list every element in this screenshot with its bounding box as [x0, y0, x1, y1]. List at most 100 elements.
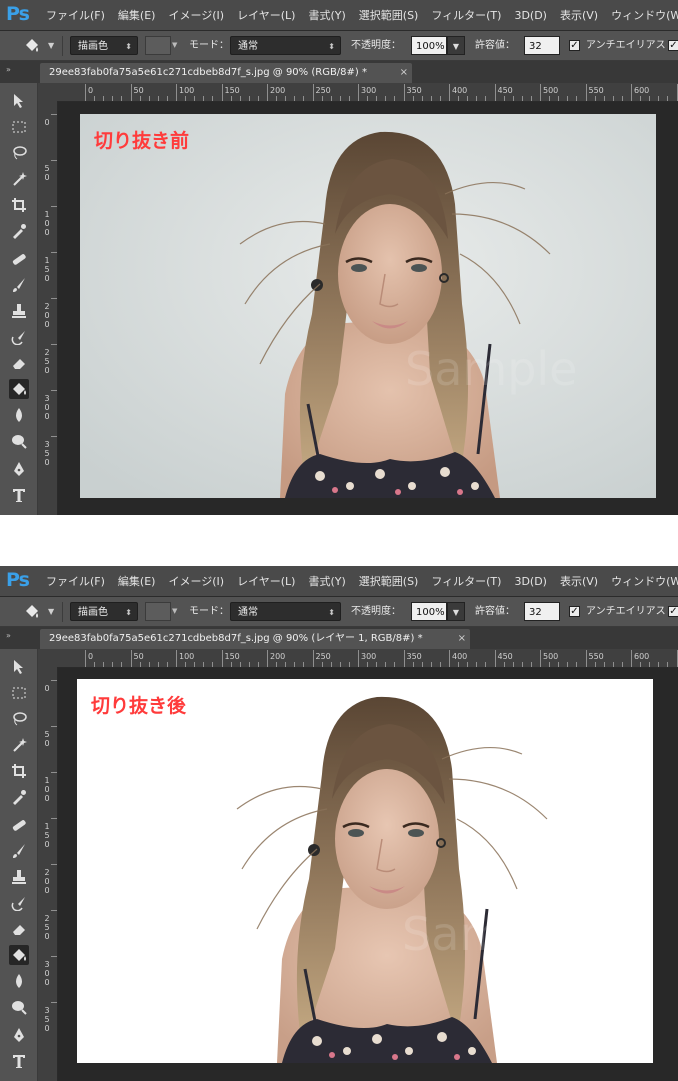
ruler-origin[interactable]	[38, 649, 57, 667]
pen-tool-icon[interactable]	[9, 1025, 29, 1045]
menu-select[interactable]: 選択範囲(S)	[359, 7, 419, 23]
type-tool-icon[interactable]	[9, 485, 29, 505]
ruler-minor-tick	[185, 662, 187, 667]
pattern-swatch[interactable]	[145, 36, 171, 55]
options-bar: ▼ 描画色 ⬍ ▼ モード： 通常 ⬍ 不透明度： 100% ▼ 許容値： 32 ✓…	[0, 597, 678, 627]
opacity-input[interactable]: 100%	[411, 36, 447, 55]
opacity-slider-arrow-icon[interactable]: ▼	[447, 36, 465, 55]
fill-source-select[interactable]: 描画色 ⬍	[70, 36, 138, 55]
close-icon[interactable]: ×	[400, 63, 408, 83]
preset-picker-arrow-icon[interactable]: ▼	[48, 602, 56, 621]
tolerance-input[interactable]: 32	[524, 602, 560, 621]
paint-bucket-preset-icon[interactable]	[22, 37, 44, 55]
blur-tool-icon[interactable]	[9, 405, 29, 425]
eyedropper-tool-icon[interactable]	[9, 787, 29, 807]
paint-bucket-tool-icon[interactable]	[9, 945, 29, 965]
type-tool-icon[interactable]	[9, 1051, 29, 1071]
document-tab[interactable]: 29ee83fab0fa75a5e61c271cdbeb8d7f_s.jpg @…	[40, 629, 470, 649]
ruler-minor-tick	[467, 662, 469, 667]
ruler-label: 400	[452, 652, 468, 661]
menu-type[interactable]: 書式(Y)	[308, 7, 345, 23]
menu-window[interactable]: ウィンドウ(W)	[611, 7, 678, 23]
menu-view[interactable]: 表示(V)	[560, 7, 598, 23]
stamp-tool-icon[interactable]	[9, 867, 29, 887]
fill-source-select[interactable]: 描画色 ⬍	[70, 602, 138, 621]
ruler-minor-tick	[594, 662, 596, 667]
menu-layer[interactable]: レイヤー(L)	[237, 7, 295, 23]
photo-before[interactable]: 切り抜き前 Sample	[80, 114, 656, 498]
menu-image[interactable]: イメージ(I)	[168, 7, 224, 23]
pattern-picker-arrow-icon[interactable]: ▼	[172, 36, 180, 55]
ruler-minor-tick	[203, 662, 205, 667]
menu-layer[interactable]: レイヤー(L)	[237, 573, 295, 589]
opacity-slider-arrow-icon[interactable]: ▼	[447, 602, 465, 621]
menu-image[interactable]: イメージ(I)	[168, 573, 224, 589]
lasso-tool-icon[interactable]	[9, 143, 29, 163]
pattern-swatch[interactable]	[145, 602, 171, 621]
menu-window[interactable]: ウィンドウ(W)	[611, 573, 678, 589]
close-icon[interactable]: ×	[458, 629, 466, 649]
blend-mode-select[interactable]: 通常 ⬍	[230, 602, 341, 621]
dodge-tool-icon[interactable]	[9, 997, 29, 1017]
dodge-tool-icon[interactable]	[9, 431, 29, 451]
brush-tool-icon[interactable]	[9, 275, 29, 295]
photo-after[interactable]: 切り抜き後 Sample	[77, 679, 653, 1063]
magic-wand-tool-icon[interactable]	[9, 735, 29, 755]
panel-collapse-icon[interactable]: »	[6, 631, 11, 640]
opacity-input[interactable]: 100%	[411, 602, 447, 621]
history-brush-tool-icon[interactable]	[9, 893, 29, 913]
crop-tool-icon[interactable]	[9, 761, 29, 781]
pen-tool-icon[interactable]	[9, 459, 29, 479]
ruler-minor-tick	[558, 96, 560, 101]
move-tool-icon[interactable]	[9, 91, 29, 111]
contiguous-checkbox[interactable]: ✓	[668, 606, 678, 617]
brush-tool-icon[interactable]	[9, 841, 29, 861]
menu-type[interactable]: 書式(Y)	[308, 573, 345, 589]
ruler-minor-tick	[203, 96, 205, 101]
contiguous-checkbox[interactable]: ✓	[668, 40, 678, 51]
menu-file[interactable]: ファイル(F)	[46, 573, 105, 589]
healing-tool-icon[interactable]	[9, 249, 29, 269]
caption-after: 切り抜き後	[91, 695, 187, 717]
paint-bucket-tool-icon[interactable]	[9, 379, 29, 399]
menu-filter[interactable]: フィルター(T)	[431, 573, 501, 589]
marquee-tool-icon[interactable]	[9, 117, 29, 137]
ruler-minor-tick	[248, 662, 250, 667]
menu-filter[interactable]: フィルター(T)	[431, 7, 501, 23]
menu-3d[interactable]: 3D(D)	[514, 575, 547, 588]
stamp-tool-icon[interactable]	[9, 301, 29, 321]
ruler-label: 50	[133, 86, 144, 95]
ruler-minor-tick	[121, 662, 123, 667]
eraser-tool-icon[interactable]	[9, 353, 29, 373]
antialias-checkbox[interactable]: ✓	[569, 40, 580, 51]
pattern-picker-arrow-icon[interactable]: ▼	[172, 602, 180, 621]
panel-collapse-icon[interactable]: »	[6, 65, 11, 74]
marquee-tool-icon[interactable]	[9, 683, 29, 703]
crop-tool-icon[interactable]	[9, 195, 29, 215]
healing-tool-icon[interactable]	[9, 815, 29, 835]
menu-edit[interactable]: 編集(E)	[118, 573, 156, 589]
tolerance-input[interactable]: 32	[524, 36, 560, 55]
ruler-major-tick	[51, 436, 57, 437]
blend-mode-select[interactable]: 通常 ⬍	[230, 36, 341, 55]
preset-picker-arrow-icon[interactable]: ▼	[48, 36, 56, 55]
blur-tool-icon[interactable]	[9, 971, 29, 991]
move-tool-icon[interactable]	[9, 657, 29, 677]
menu-view[interactable]: 表示(V)	[560, 573, 598, 589]
ruler-minor-tick	[157, 662, 159, 667]
ruler-minor-tick	[330, 662, 332, 667]
lasso-tool-icon[interactable]	[9, 709, 29, 729]
select-updown-icon: ⬍	[328, 42, 335, 51]
ruler-origin[interactable]	[38, 83, 57, 101]
paint-bucket-preset-icon[interactable]	[22, 603, 44, 621]
eyedropper-tool-icon[interactable]	[9, 221, 29, 241]
menu-3d[interactable]: 3D(D)	[514, 9, 547, 22]
document-tab[interactable]: 29ee83fab0fa75a5e61c271cdbeb8d7f_s.jpg @…	[40, 63, 412, 83]
menu-edit[interactable]: 編集(E)	[118, 7, 156, 23]
antialias-checkbox[interactable]: ✓	[569, 606, 580, 617]
menu-select[interactable]: 選択範囲(S)	[359, 573, 419, 589]
history-brush-tool-icon[interactable]	[9, 327, 29, 347]
eraser-tool-icon[interactable]	[9, 919, 29, 939]
menu-file[interactable]: ファイル(F)	[46, 7, 105, 23]
magic-wand-tool-icon[interactable]	[9, 169, 29, 189]
